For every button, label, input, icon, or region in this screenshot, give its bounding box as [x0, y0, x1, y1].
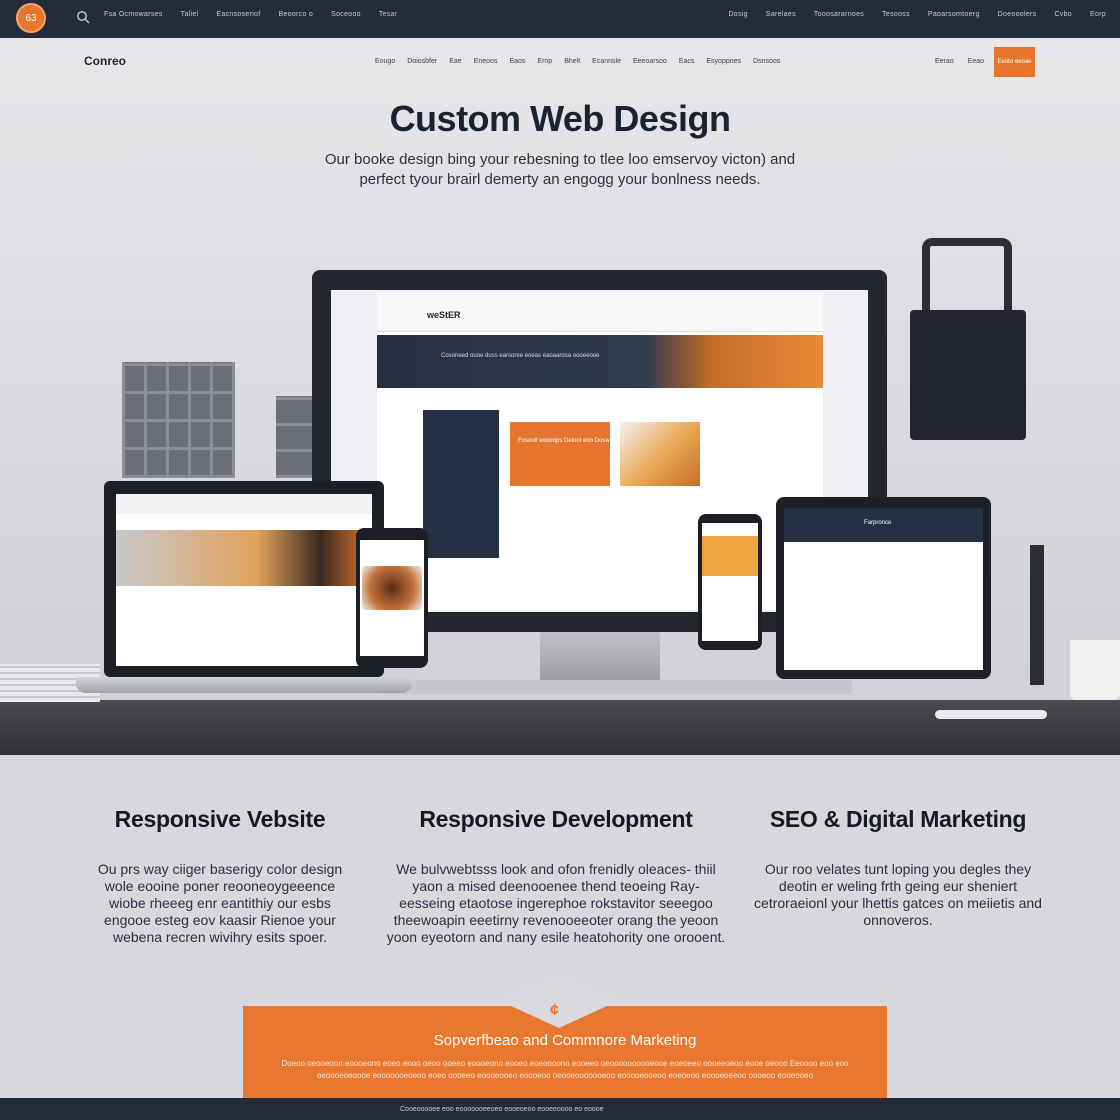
- brand-logo[interactable]: Conreo: [84, 54, 126, 68]
- top-link[interactable]: Fsa Ocmowarses: [104, 11, 163, 18]
- service-text: We bulvwebtsss look and ofon frenidly ol…: [386, 861, 726, 945]
- top-link[interactable]: Taliel: [181, 11, 199, 18]
- nav-item[interactable]: Ecannsle: [592, 58, 621, 65]
- nav-item[interactable]: Eougo: [375, 58, 395, 65]
- top-link[interactable]: Soceooo: [331, 11, 361, 18]
- nav-item[interactable]: Esyoppnes: [706, 58, 741, 65]
- top-link[interactable]: Doeooolers: [998, 11, 1037, 18]
- top-link[interactable]: Dosig: [728, 11, 747, 18]
- search-icon[interactable]: [76, 10, 90, 24]
- mockup-orange-card: Fosoolt eoooops Deloot eoo Dosw: [510, 422, 610, 486]
- top-link[interactable]: Tooosararnoes: [814, 11, 864, 18]
- nav-item[interactable]: Doiosbfer: [407, 58, 437, 65]
- top-links-left: Fsa Ocmowarses Taliel Eacnsoseriof Beoor…: [104, 11, 397, 18]
- laptop-screen: [116, 494, 372, 666]
- laptop-hero-image: [116, 530, 372, 586]
- desk-surface: [0, 700, 1120, 755]
- top-link[interactable]: Paoarsomtoerg: [928, 11, 980, 18]
- pencil-cup-decoration: [1070, 640, 1120, 700]
- top-link[interactable]: Eorp: [1090, 11, 1106, 18]
- tablet-brand: Farpronce: [864, 520, 892, 526]
- smartphone-image: [702, 536, 758, 576]
- mockup-banner: Cosoneed ouoe duss earsoree eoeas eaoaar…: [377, 335, 823, 388]
- nav-item[interactable]: Eerao: [935, 58, 954, 65]
- service-text: Our roo velates tunt loping you degles t…: [754, 861, 1042, 928]
- tablet-screen: Farpronce: [784, 508, 983, 670]
- footer-text: Cooeooooee eoo eooooooeeoeo eooeoeoo eoo…: [400, 1106, 604, 1113]
- top-link[interactable]: Eacnsoseriof: [216, 11, 260, 18]
- nav-item[interactable]: Eacs: [679, 58, 695, 65]
- top-link[interactable]: Cvbo: [1054, 11, 1072, 18]
- nav-item[interactable]: Dsnsoos: [753, 58, 780, 65]
- bag-strap-decoration: [922, 238, 1012, 318]
- mockup-brand: weStER: [427, 310, 461, 320]
- nav-item[interactable]: Ernp: [537, 58, 552, 65]
- laptop-base: [76, 677, 412, 693]
- mockup-sidebar: [423, 410, 499, 558]
- page-title: Custom Web Design: [389, 98, 731, 139]
- banner-title: Sopverfbeao and Commnore Marketing: [433, 1032, 697, 1049]
- top-link[interactable]: Sarelaes: [766, 11, 796, 18]
- pen-decoration: [935, 710, 1047, 719]
- shelf-decoration: [276, 396, 312, 478]
- service-title: Responsive Vebsite: [114, 806, 326, 832]
- service-title: Responsive Development: [419, 806, 693, 832]
- nav-item[interactable]: Eeeoarsoo: [633, 58, 667, 65]
- logo-badge-text: 63: [25, 12, 37, 24]
- top-link[interactable]: Beoorco o: [279, 11, 314, 18]
- tablet-header: Farpronce: [784, 508, 983, 542]
- monitor-base: [382, 680, 852, 694]
- service-text: Ou prs way ciiger baserigy color design …: [97, 861, 343, 945]
- mockup-card-text: Fosoolt eoooops Deloot eoo Dosw: [518, 438, 610, 444]
- top-link[interactable]: Tesooss: [882, 11, 910, 18]
- top-bar: 63 Fsa Ocmowarses Taliel Eacnsoseriof Be…: [0, 0, 1120, 38]
- service-card: Responsive Development We bulvwebtsss lo…: [386, 806, 726, 946]
- nav-item[interactable]: Eeao: [968, 58, 984, 65]
- tote-bag-decoration: [910, 310, 1026, 440]
- hero-subtitle: Our booke design bing your rebesning to …: [324, 151, 796, 188]
- laptop-header: [116, 494, 372, 514]
- footer: Cooeooooee eoo eooooooeeoeo eooeoeoo eoo…: [0, 1098, 1120, 1120]
- mockup-banner-text: Cosoneed ouoe duss earsoree eoeas eaoaar…: [441, 353, 600, 359]
- brand-mark-icon: ¢: [550, 1002, 559, 1019]
- shelf-decoration: [122, 362, 235, 478]
- service-card: SEO & Digital Marketing Our roo velates …: [750, 806, 1046, 929]
- logo-badge[interactable]: 63: [16, 3, 46, 33]
- post-decoration: [1030, 545, 1044, 685]
- service-title: SEO & Digital Marketing: [769, 806, 1027, 832]
- main-nav: Eougo Doiosbfer Eae Eneoos Eaos Ernp Bhe…: [375, 58, 780, 65]
- banner-text: Doeoo oeooeoon eoooeono eoeo enoo oeoo o…: [281, 1059, 849, 1080]
- nav-right: Eerao Eeao: [935, 58, 984, 65]
- nav-item[interactable]: Eae: [449, 58, 461, 65]
- top-link[interactable]: Tesar: [379, 11, 398, 18]
- smartphone-image: [362, 566, 422, 610]
- mockup-header: weStER: [377, 292, 823, 332]
- top-links-right: Dosig Sarelaes Tooosararnoes Tesooss Pao…: [728, 11, 1106, 18]
- nav-item[interactable]: Eneoos: [474, 58, 498, 65]
- nav-item[interactable]: Eaos: [509, 58, 525, 65]
- service-card: Responsive Vebsite Ou prs way ciiger bas…: [90, 806, 350, 946]
- monitor-stand: [540, 632, 660, 682]
- nav-item[interactable]: Bhelt: [564, 58, 580, 65]
- mockup-photo: [620, 422, 700, 486]
- cta-button[interactable]: Eeoto eeoae: [994, 47, 1035, 77]
